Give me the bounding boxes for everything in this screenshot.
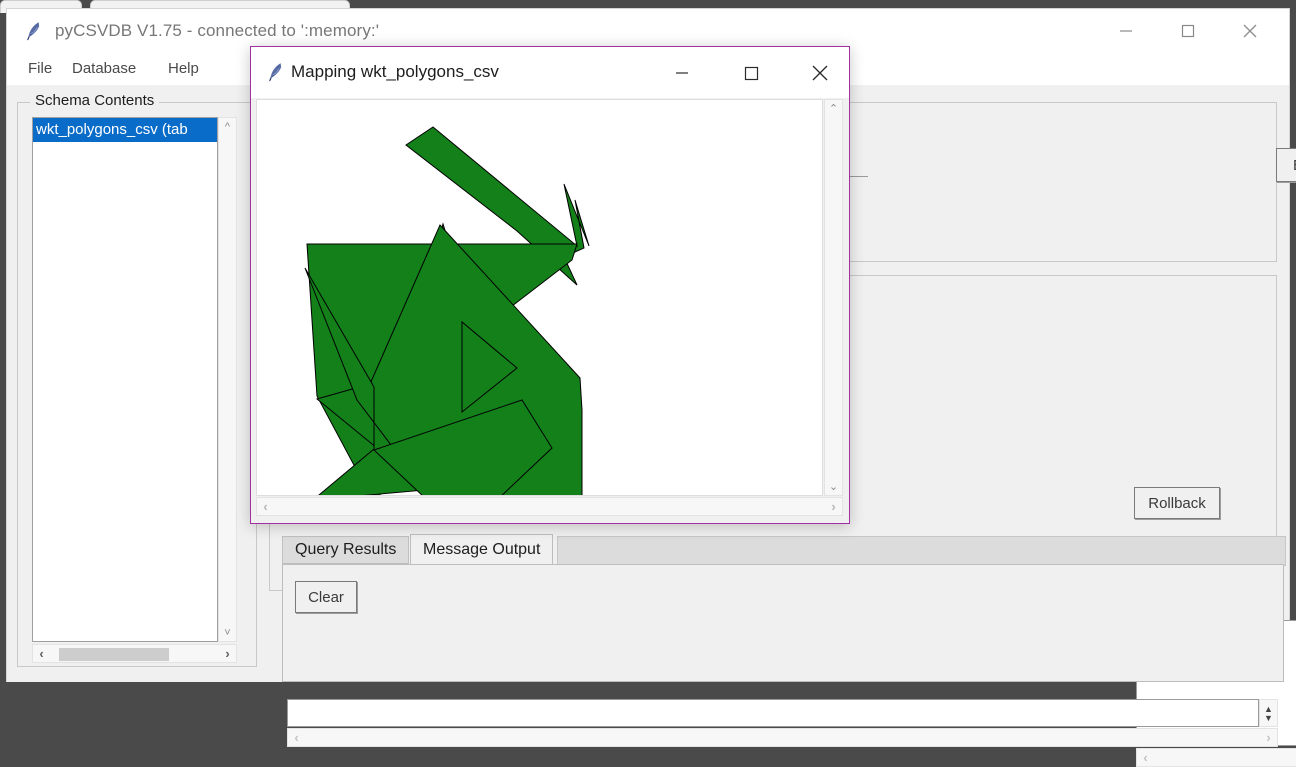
tabstrip-filler — [557, 536, 1286, 566]
tab-message-output[interactable]: Message Output — [410, 534, 554, 564]
menu-item-file[interactable]: File — [23, 58, 57, 79]
results-tabstrip: Query Results Message Output — [282, 534, 1286, 566]
chevron-down-icon[interactable]: ˅ — [218, 623, 237, 642]
polygon-drawing — [304, 126, 590, 495]
canvas-vertical-scrollbar[interactable]: ⌃ ⌄ — [824, 99, 843, 496]
dialog-close-button[interactable] — [796, 47, 843, 98]
menu-item-database[interactable]: Database — [67, 58, 141, 79]
mapping-dialog: Mapping wkt_polygons_csv ⌃ ⌄ ‹ › — [250, 46, 850, 524]
schema-list-horizontal-scrollbar[interactable]: ‹ › — [32, 644, 237, 663]
schema-contents-list[interactable]: wkt_polygons_csv (tab — [32, 117, 218, 642]
python-feather-icon — [25, 21, 43, 41]
close-icon — [1243, 24, 1257, 38]
chevron-left-icon[interactable]: ‹ — [256, 497, 275, 516]
chevron-down-icon[interactable]: ▼ — [1259, 708, 1278, 727]
maximize-button[interactable] — [1159, 9, 1217, 53]
clear-button[interactable]: Clear — [295, 581, 357, 613]
chevron-up-icon[interactable]: ^ — [218, 117, 237, 136]
mapping-dialog-titlebar: Mapping wkt_polygons_csv — [251, 47, 849, 98]
canvas-horizontal-scrollbar[interactable]: ‹ › — [256, 497, 843, 516]
chevron-down-icon[interactable]: ⌄ — [824, 477, 843, 496]
chevron-right-icon[interactable]: › — [824, 497, 843, 516]
menu-item-help[interactable]: Help — [163, 58, 204, 79]
minimize-button[interactable] — [1097, 9, 1155, 53]
chevron-left-icon[interactable]: ‹ — [1136, 748, 1155, 767]
minimize-icon — [675, 71, 688, 74]
dialog-minimize-button[interactable] — [658, 47, 705, 98]
python-feather-icon — [267, 62, 285, 82]
main-window-title: pyCSVDB V1.75 - connected to ':memory:' — [55, 21, 380, 40]
schema-contents-group: Schema Contents wkt_polygons_csv (tab ^ … — [17, 92, 257, 667]
existing-db-button[interactable]: Existing DB... — [1276, 148, 1296, 182]
message-output-vertical-scrollbar[interactable]: ▲ ▼ — [1259, 699, 1278, 727]
dialog-maximize-button[interactable] — [727, 47, 774, 98]
scrollbar-thumb[interactable] — [59, 648, 169, 661]
message-output-horizontal-scrollbar[interactable]: ‹ › — [287, 728, 1278, 747]
chevron-left-icon[interactable]: ‹ — [32, 644, 51, 663]
chevron-right-icon[interactable]: › — [218, 644, 237, 663]
tab-query-results[interactable]: Query Results — [282, 536, 410, 564]
message-output-textarea[interactable] — [287, 699, 1259, 727]
chevron-left-icon[interactable]: ‹ — [287, 728, 306, 747]
polygon-canvas[interactable] — [256, 99, 823, 496]
minimize-icon — [1120, 30, 1132, 32]
query-editor-horizontal-scrollbar[interactable]: ‹ › — [1136, 748, 1296, 767]
maximize-icon — [1181, 24, 1195, 38]
chevron-up-icon[interactable]: ⌃ — [824, 99, 843, 118]
mapping-dialog-title: Mapping wkt_polygons_csv — [291, 62, 499, 81]
rollback-button[interactable]: Rollback — [1134, 487, 1220, 519]
screen-root: pyCSVDB V1.75 - connected to ':memory:' … — [0, 0, 1296, 767]
schema-contents-legend: Schema Contents — [30, 92, 160, 109]
close-icon — [812, 65, 827, 80]
mapping-canvas-area: ⌃ ⌄ ‹ › — [256, 99, 846, 519]
schema-list-vertical-scrollbar[interactable]: ^ ˅ — [218, 117, 237, 642]
chevron-right-icon[interactable]: › — [1259, 728, 1278, 747]
close-button[interactable] — [1221, 9, 1279, 53]
message-output-pane — [282, 564, 1284, 682]
maximize-icon — [744, 66, 758, 80]
list-item[interactable]: wkt_polygons_csv (tab — [33, 118, 217, 142]
